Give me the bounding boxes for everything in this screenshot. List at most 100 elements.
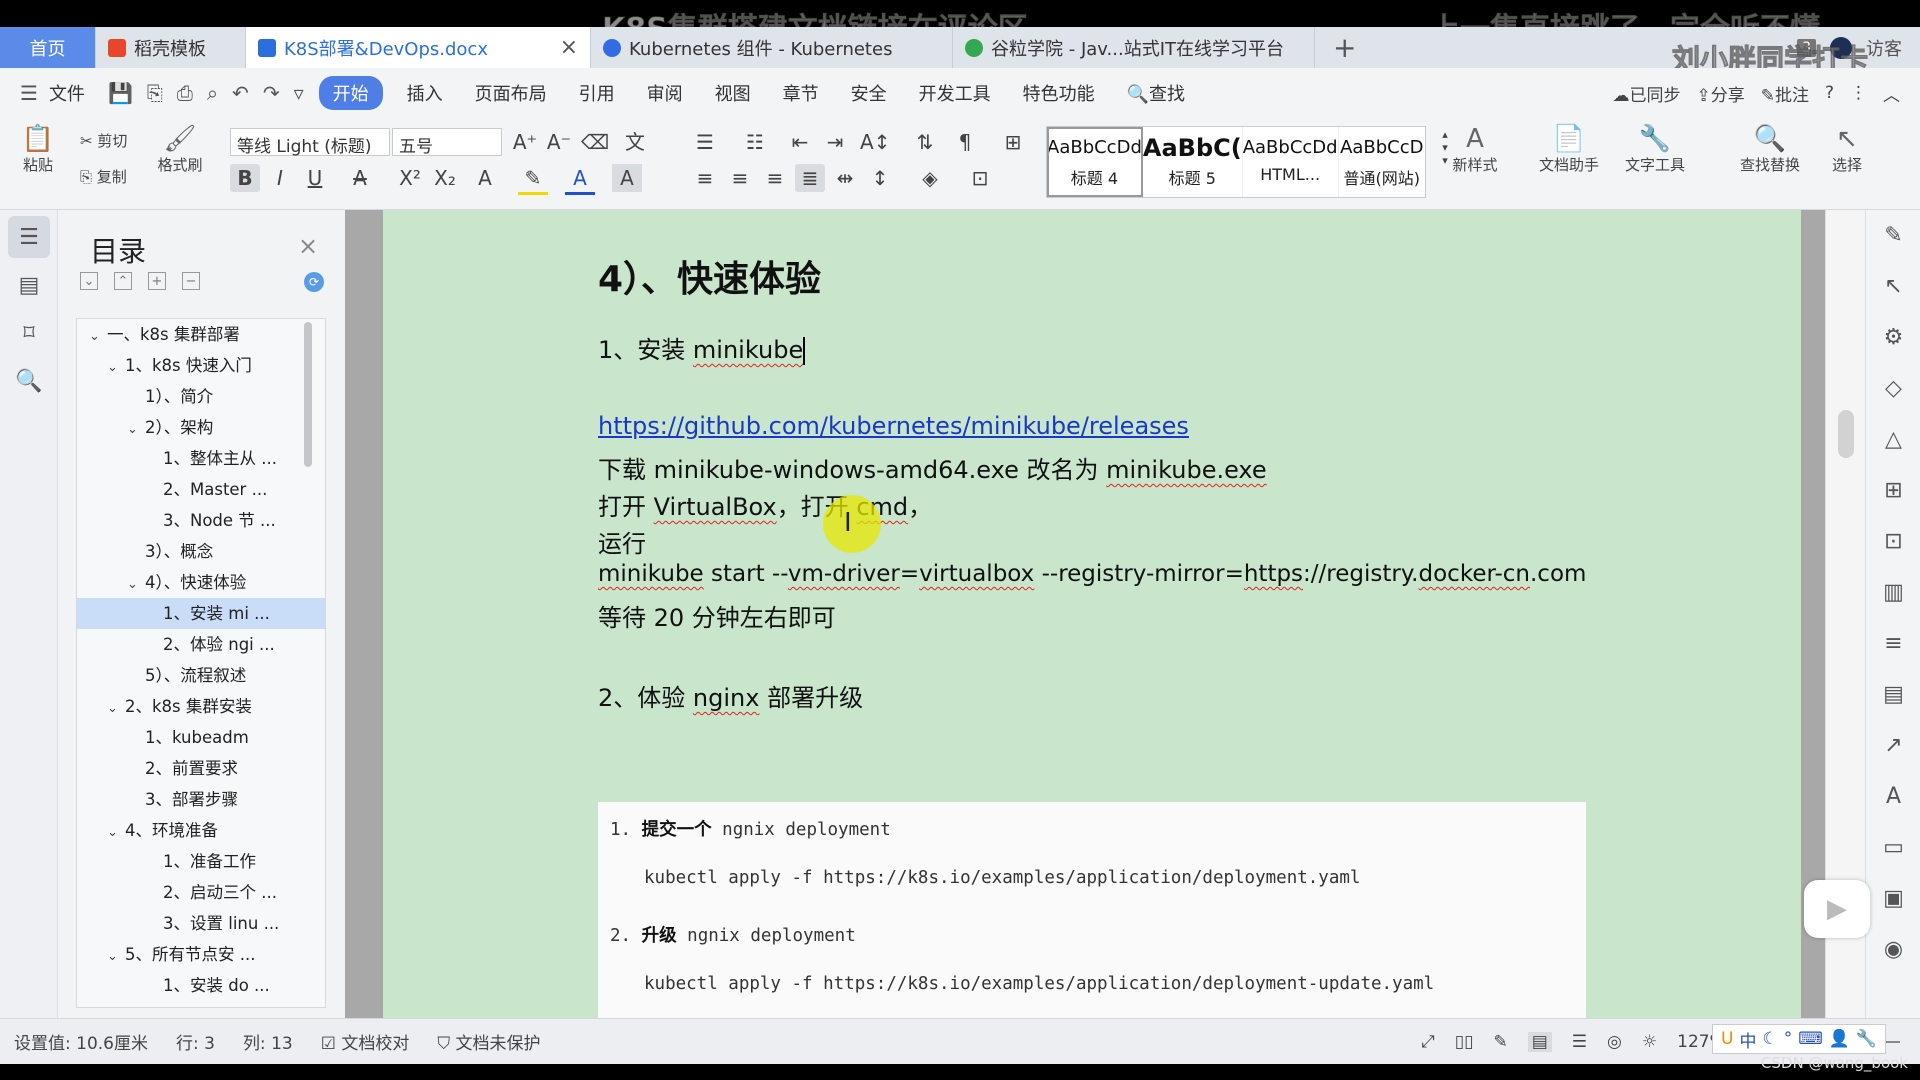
style-html[interactable]: AaBbCcDd HTML... xyxy=(1243,127,1339,197)
chevron-down-icon[interactable]: ⌄ xyxy=(127,569,145,598)
bullet-list-icon[interactable]: ☰ xyxy=(690,128,720,156)
format-painter-button[interactable]: 🖌 格式刷 xyxy=(150,124,210,175)
bookmark-icon[interactable]: ⌑ xyxy=(8,312,50,354)
user-name[interactable]: 访客 xyxy=(1866,35,1902,61)
close-icon[interactable]: × xyxy=(560,35,578,60)
help-icon[interactable]: ? xyxy=(1825,83,1834,103)
table-icon[interactable]: ⊞ xyxy=(1866,465,1920,516)
page-thumbnail-icon[interactable]: ▤ xyxy=(8,264,50,306)
hamburger-icon[interactable]: ☰ xyxy=(0,81,45,105)
tab-docer[interactable]: 稻壳模板 xyxy=(96,27,246,68)
ime-toolbar[interactable]: U 中 ☾ ° ⌨ 👤 🔧 xyxy=(1712,1024,1887,1054)
align-right-icon[interactable]: ≡ xyxy=(760,164,790,192)
menu-features[interactable]: 特色功能 xyxy=(1007,80,1111,106)
toc-item[interactable]: 2、前置要求 xyxy=(77,753,325,784)
fullscreen-icon[interactable]: ⤢ xyxy=(1421,1032,1435,1052)
chart-icon[interactable]: ▥ xyxy=(1866,567,1920,618)
text-effect-icon[interactable]: A xyxy=(470,164,500,192)
redo-icon[interactable]: ↷ xyxy=(256,81,287,105)
cut-button[interactable]: ✂ 剪切 xyxy=(80,130,127,151)
menu-page-layout[interactable]: 页面布局 xyxy=(459,80,563,106)
table-border-icon[interactable]: ⊞ xyxy=(998,128,1028,156)
location-icon[interactable]: ◉ xyxy=(1866,924,1920,975)
chevron-down-icon[interactable]: ⌄ xyxy=(127,414,145,443)
grow-font-icon[interactable]: A⁺ xyxy=(510,128,540,156)
toc-sync-icon[interactable]: ⟳ xyxy=(304,272,324,292)
toc-item[interactable]: 2、启动三个 ... xyxy=(77,877,325,908)
outline-view-icon[interactable]: ☰ xyxy=(1572,1032,1587,1052)
new-style-button[interactable]: A 新样式 xyxy=(1442,124,1508,175)
archive-icon[interactable]: ▭ xyxy=(1866,822,1920,873)
more-icon[interactable]: ⋮ xyxy=(1850,83,1867,103)
toc-item[interactable]: 1）、简介 xyxy=(77,381,325,412)
doc-assistant-button[interactable]: 📄 文档助手 xyxy=(1530,124,1608,175)
menu-home[interactable]: 开始 xyxy=(318,76,383,110)
collapse-all-icon[interactable]: ⌃ xyxy=(114,272,132,290)
settings-icon[interactable]: ⚙ xyxy=(1866,312,1920,363)
shapes-icon[interactable]: ◇ xyxy=(1866,363,1920,414)
tab-kubernetes-components[interactable]: Kubernetes 组件 - Kubernetes xyxy=(591,27,953,68)
image-icon[interactable]: ▣ xyxy=(1866,873,1920,924)
shading-icon[interactable]: ◈ xyxy=(915,164,945,192)
eye-protect-icon[interactable]: ☼ xyxy=(1642,1032,1657,1052)
menu-review[interactable]: 审阅 xyxy=(631,80,699,106)
menu-search[interactable]: 🔍查找 xyxy=(1111,80,1201,106)
style-normal-web[interactable]: AaBbCcD 普通(网站) xyxy=(1339,127,1425,197)
menu-developer[interactable]: 开发工具 xyxy=(903,80,1007,106)
web-view-icon[interactable]: ◎ xyxy=(1607,1032,1622,1052)
font-color-icon[interactable]: A xyxy=(565,164,595,195)
chevron-down-icon[interactable]: ⌄ xyxy=(107,941,125,970)
chevron-down-icon[interactable]: ⌄ xyxy=(107,817,125,846)
increase-indent-icon[interactable]: ⇥ xyxy=(820,128,850,156)
toc-item[interactable]: ⌄ 4）、快速体验 xyxy=(77,567,325,598)
new-tab-button[interactable]: + xyxy=(1315,27,1374,68)
superscript-icon[interactable]: X² xyxy=(395,164,425,192)
undo-icon[interactable]: ↶ xyxy=(225,81,256,105)
toc-item[interactable]: 3、部署步骤 xyxy=(77,784,325,815)
find-icon[interactable]: 🔍 xyxy=(8,360,50,402)
edit-pen-icon[interactable]: ✎ xyxy=(1866,210,1920,261)
shrink-font-icon[interactable]: A⁻ xyxy=(544,128,574,156)
sort-icon[interactable]: ⇅ xyxy=(910,128,940,156)
find-replace-button[interactable]: 🔍 查找替换 xyxy=(1728,124,1812,175)
tab-k8s-doc[interactable]: K8S部署&DevOps.docx × xyxy=(246,27,591,68)
style-heading-4[interactable]: AaBbCcDd 标题 4 xyxy=(1047,127,1143,197)
chevron-down-icon[interactable]: ⌄ xyxy=(107,693,125,722)
toc-item[interactable]: ⌄ 一、k8s 集群部署 xyxy=(77,319,325,350)
chevron-down-icon[interactable]: ⌄ xyxy=(89,321,107,350)
numbered-list-icon[interactable]: ☷ xyxy=(740,128,770,156)
print-preview-icon[interactable]: ⌕ xyxy=(200,81,225,105)
menu-file[interactable]: 文件 xyxy=(45,80,101,106)
toc-item[interactable]: 2、Master ... xyxy=(77,474,325,505)
toc-item[interactable]: 2、体验 ngi ... xyxy=(77,629,325,660)
line-spacing-icon[interactable]: ↕ xyxy=(865,164,895,192)
font-name-select[interactable]: 等线 Light (标题) xyxy=(230,128,390,157)
document-icon[interactable]: ▤ xyxy=(1866,669,1920,720)
reading-mode-icon[interactable]: ▯▯ xyxy=(1455,1032,1474,1052)
edit-mode-icon[interactable]: ✎ xyxy=(1493,1032,1507,1052)
show-marks-icon[interactable]: ¶ xyxy=(950,128,980,156)
collapse-ribbon-icon[interactable]: ︿ xyxy=(1883,81,1900,106)
sync-status[interactable]: ☁已同步 xyxy=(1612,81,1680,106)
toc-item[interactable]: 3）、概念 xyxy=(77,536,325,567)
borders-icon[interactable]: ⊡ xyxy=(965,164,995,192)
tab-guli-college[interactable]: 谷粒学院 - Jav...站式IT在线学习平台 xyxy=(953,27,1315,68)
align-center-icon[interactable]: ≡ xyxy=(725,164,755,192)
share-button[interactable]: ⇪分享 xyxy=(1696,81,1744,106)
menu-security[interactable]: 安全 xyxy=(835,80,903,106)
font-size-select[interactable]: 五号 xyxy=(392,128,502,157)
toc-item[interactable]: 1、准备工作 xyxy=(77,846,325,877)
menu-references[interactable]: 引用 xyxy=(563,80,631,106)
adjust-icon[interactable]: ≡ xyxy=(1866,618,1920,669)
toc-item[interactable]: 3、Node 节 ... xyxy=(77,505,325,536)
toc-item[interactable]: ⌄ 2）、架构 xyxy=(77,412,325,443)
style-heading-5[interactable]: AaBbC(标题 5 xyxy=(1143,127,1243,197)
strikethrough-icon[interactable]: A xyxy=(345,164,375,192)
export-icon[interactable]: ⎘ xyxy=(140,81,170,105)
bold-icon[interactable]: B xyxy=(230,164,260,192)
toc-item[interactable]: 1、整体主从 ... xyxy=(77,443,325,474)
toc-item[interactable]: 1、安装 do ... xyxy=(77,970,325,1001)
italic-icon[interactable]: I xyxy=(265,164,295,192)
toc-item[interactable]: ⌄ 1、k8s 快速入门 xyxy=(77,350,325,381)
outline-icon[interactable]: ☰ xyxy=(8,216,50,258)
